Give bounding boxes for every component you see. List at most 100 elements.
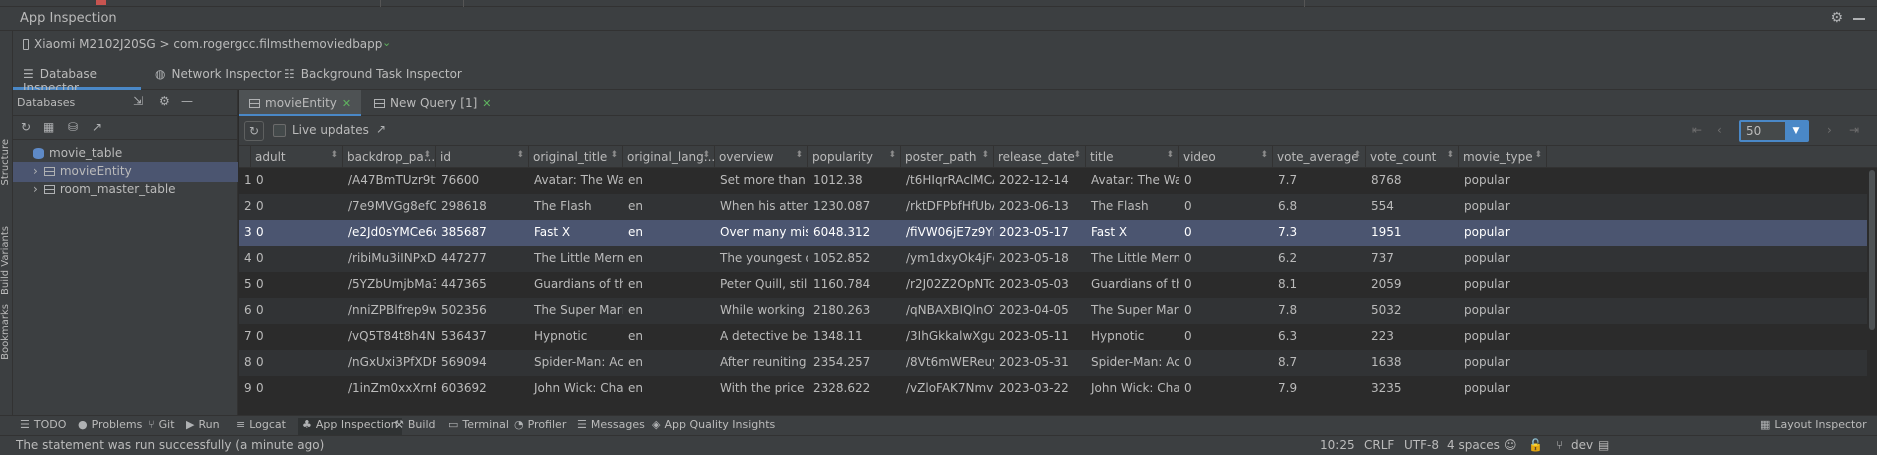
- sort-icon[interactable]: ⬍: [888, 150, 896, 160]
- table-cell[interactable]: 0: [251, 324, 343, 350]
- sort-icon[interactable]: ⬍: [1446, 150, 1454, 160]
- row-number[interactable]: 1: [239, 168, 251, 194]
- tab-network-inspector[interactable]: ◍ Network Inspector: [155, 59, 281, 90]
- vertical-scrollbar[interactable]: [1867, 168, 1877, 415]
- table-cell[interactable]: 0: [1179, 324, 1273, 350]
- table-cell[interactable]: en: [623, 220, 715, 246]
- table-cell[interactable]: 5032: [1366, 298, 1459, 324]
- refresh-icon[interactable]: ↻: [21, 120, 31, 134]
- table-cell[interactable]: /r2J02Z2OpNTctfC: [901, 272, 994, 298]
- table-row[interactable]: 60/nniZPBlfrep9wbx0502356The Super Mario…: [239, 298, 1877, 324]
- table-cell[interactable]: John Wick: Chapte: [529, 376, 623, 402]
- table-cell[interactable]: 6.3: [1273, 324, 1366, 350]
- table-cell[interactable]: 2328.622: [808, 376, 901, 402]
- table-cell[interactable]: 6.8: [1273, 194, 1366, 220]
- sort-icon[interactable]: ⬍: [1353, 150, 1361, 160]
- table-cell[interactable]: 7.3: [1273, 220, 1366, 246]
- table-cell[interactable]: popular: [1459, 298, 1547, 324]
- device-label[interactable]: Xiaomi M2102J20SG > com.rogergcc.filmsth…: [34, 37, 382, 51]
- table-row[interactable]: 40/ribiMu3iINPxDkof447277The Little Merm…: [239, 246, 1877, 272]
- table-cell[interactable]: 0: [1179, 168, 1273, 194]
- row-number[interactable]: 8: [239, 350, 251, 376]
- chevron-right-icon[interactable]: ›: [33, 182, 38, 196]
- table-cell[interactable]: 2023-05-03: [994, 272, 1086, 298]
- column-header[interactable]: original_lang... ⬍: [623, 146, 715, 168]
- table-cell[interactable]: en: [623, 194, 715, 220]
- table-cell[interactable]: 0: [1179, 376, 1273, 402]
- table-cell[interactable]: /1inZm0xxXrnRfN: [343, 376, 436, 402]
- column-header[interactable]: vote_average ⬍: [1273, 146, 1366, 168]
- table-cell[interactable]: /5YZbUmjbMa3Ch: [343, 272, 436, 298]
- table-cell[interactable]: 0: [1179, 246, 1273, 272]
- table-cell[interactable]: popular: [1459, 272, 1547, 298]
- table-cell[interactable]: 0: [1179, 272, 1273, 298]
- line-ending[interactable]: CRLF: [1364, 438, 1394, 452]
- next-page-icon[interactable]: ›: [1827, 123, 1832, 137]
- tool-run[interactable]: ▶ Run: [186, 418, 220, 431]
- sort-icon[interactable]: ⬍: [702, 150, 710, 160]
- minimize-icon[interactable]: —: [181, 94, 193, 108]
- table-cell[interactable]: 502356: [436, 298, 529, 324]
- table-cell[interactable]: 1348.11: [808, 324, 901, 350]
- table-cell[interactable]: popular: [1459, 246, 1547, 272]
- smiley-icon[interactable]: ☺: [1504, 438, 1517, 452]
- table-cell[interactable]: 0: [251, 168, 343, 194]
- table-cell[interactable]: Fast X: [1086, 220, 1179, 246]
- column-header[interactable]: release_date ⬍: [994, 146, 1086, 168]
- table-cell[interactable]: 536437: [436, 324, 529, 350]
- row-number[interactable]: 3: [239, 220, 251, 246]
- column-header[interactable]: overview ⬍: [715, 146, 808, 168]
- table-cell[interactable]: 7.9: [1273, 376, 1366, 402]
- sort-icon[interactable]: ⬍: [610, 150, 618, 160]
- row-number[interactable]: 5: [239, 272, 251, 298]
- column-header[interactable]: original_title ⬍: [529, 146, 623, 168]
- caret-position[interactable]: 10:25: [1320, 438, 1355, 452]
- table-cell[interactable]: 2023-05-11: [994, 324, 1086, 350]
- tab-background-task-inspector[interactable]: ☷ Background Task Inspector: [284, 59, 462, 90]
- tool-logcat[interactable]: ≡ Logcat: [236, 418, 286, 431]
- tree-item-database[interactable]: movie_table: [13, 144, 238, 164]
- row-number[interactable]: 6: [239, 298, 251, 324]
- table-cell[interactable]: Guardians of the C: [1086, 272, 1179, 298]
- table-cell[interactable]: 8.7: [1273, 350, 1366, 376]
- table-cell[interactable]: Hypnotic: [1086, 324, 1179, 350]
- table-cell[interactable]: en: [623, 324, 715, 350]
- refresh-button[interactable]: ↻: [244, 121, 264, 141]
- sort-icon[interactable]: ⬍: [516, 150, 524, 160]
- chevron-right-icon[interactable]: ›: [33, 164, 38, 178]
- table-cell[interactable]: 1052.852: [808, 246, 901, 272]
- table-cell[interactable]: Over many missio: [715, 220, 808, 246]
- table-cell[interactable]: /3IhGkkalwXguTlce: [901, 324, 994, 350]
- tool-app-quality-insights[interactable]: ◈ App Quality Insights: [652, 418, 775, 431]
- table-cell[interactable]: /nniZPBlfrep9wbx0: [343, 298, 436, 324]
- table-cell[interactable]: Spider-Man: Acros: [529, 350, 623, 376]
- sort-icon[interactable]: ⬍: [981, 150, 989, 160]
- table-cell[interactable]: 603692: [436, 376, 529, 402]
- column-header[interactable]: adult ⬍: [251, 146, 343, 168]
- table-cell[interactable]: popular: [1459, 350, 1547, 376]
- table-cell[interactable]: popular: [1459, 324, 1547, 350]
- table-cell[interactable]: 0: [251, 194, 343, 220]
- table-cell[interactable]: Spider-Man: Acros: [1086, 350, 1179, 376]
- table-cell[interactable]: 0: [251, 376, 343, 402]
- tool-terminal[interactable]: ▭ Terminal: [448, 418, 509, 431]
- table-cell[interactable]: 223: [1366, 324, 1459, 350]
- table-cell[interactable]: 2023-05-31: [994, 350, 1086, 376]
- tree-item-table[interactable]: › room_master_table: [13, 180, 238, 200]
- table-cell[interactable]: 8768: [1366, 168, 1459, 194]
- table-cell[interactable]: /ribiMu3iINPxDkof: [343, 246, 436, 272]
- column-header[interactable]: video ⬍: [1179, 146, 1273, 168]
- tree-item-table[interactable]: › movieEntity: [13, 162, 238, 182]
- export-icon[interactable]: ↗: [92, 120, 102, 134]
- table-cell[interactable]: en: [623, 168, 715, 194]
- table-cell[interactable]: 2022-12-14: [994, 168, 1086, 194]
- table-cell[interactable]: With the price on l: [715, 376, 808, 402]
- page-size-select[interactable]: 50 ▼: [1739, 120, 1809, 142]
- tool-messages[interactable]: ☰ Messages: [577, 418, 645, 431]
- table-row[interactable]: 10/A47BmTUzr9tvYs76600Avatar: The Way oe…: [239, 168, 1877, 194]
- table-cell[interactable]: 3235: [1366, 376, 1459, 402]
- column-header[interactable]: vote_count ⬍: [1366, 146, 1459, 168]
- tool-git[interactable]: ⑂ Git: [148, 418, 175, 431]
- previous-page-icon[interactable]: ‹: [1717, 123, 1722, 137]
- table-cell[interactable]: popular: [1459, 194, 1547, 220]
